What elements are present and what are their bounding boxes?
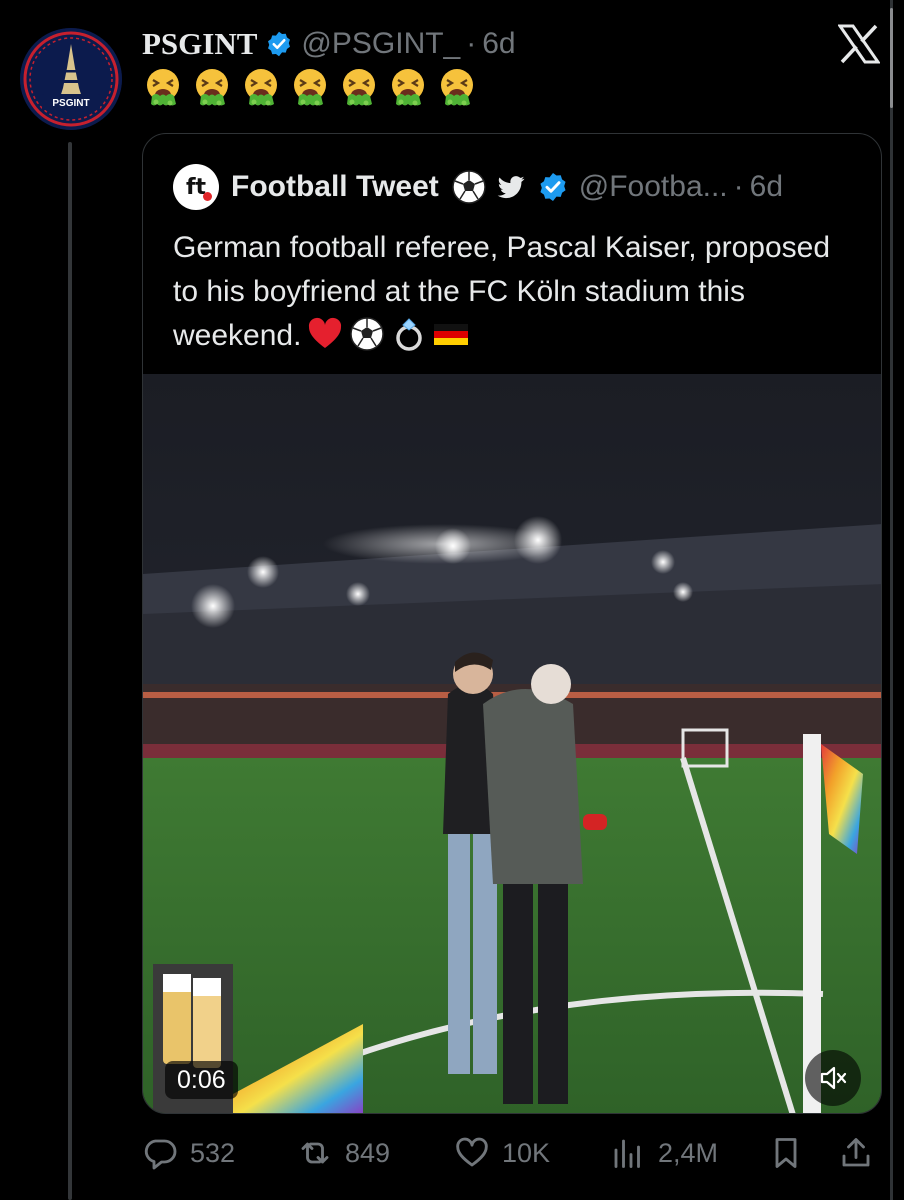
- heart-icon: [456, 1137, 488, 1167]
- ring-icon: [396, 318, 423, 351]
- repost-button[interactable]: 849: [297, 1130, 390, 1176]
- post-age[interactable]: 6d: [482, 27, 515, 61]
- avatar-label: PSGINT: [52, 98, 89, 109]
- nauseated-face-icon: [392, 69, 424, 106]
- thread-line: [68, 142, 72, 1200]
- share-icon: [842, 1138, 870, 1167]
- repost-count: 849: [345, 1137, 391, 1168]
- post-header: PSGINT @PSGINT_ · 6d: [142, 24, 516, 64]
- nauseated-face-icon: [294, 69, 326, 106]
- avatar[interactable]: PSGINT: [20, 28, 122, 130]
- verified-badge-icon: [265, 30, 293, 58]
- quoted-text: German football referee, Pascal Kaiser, …: [173, 226, 863, 358]
- bookmark-icon: [775, 1138, 797, 1168]
- nauseated-face-icon: [441, 69, 473, 106]
- quoted-post-age[interactable]: 6d: [750, 170, 783, 204]
- reply-icon: [144, 1139, 177, 1170]
- video-player[interactable]: 0:06: [143, 374, 881, 1113]
- repost-icon: [301, 1142, 329, 1164]
- like-count: 10K: [502, 1137, 551, 1168]
- nauseated-face-icon: [196, 69, 228, 106]
- action-bar: 532 849 10K 2,4M: [142, 1130, 882, 1176]
- quoted-text-body: German football referee, Pascal Kaiser, …: [173, 231, 831, 352]
- nauseated-face-icon: [245, 69, 277, 106]
- germany-flag-icon: [434, 324, 469, 345]
- reply-count: 532: [190, 1137, 236, 1168]
- bookmark-button[interactable]: [768, 1130, 804, 1176]
- twitter-bird-icon: [497, 176, 525, 199]
- video-duration: 0:06: [165, 1061, 238, 1099]
- scrollbar[interactable]: [890, 0, 893, 1200]
- x-logo-icon: [837, 24, 881, 64]
- quoted-avatar[interactable]: ft: [173, 164, 219, 210]
- author-name[interactable]: PSGINT: [142, 26, 257, 62]
- views-button[interactable]: 2,4M: [610, 1130, 718, 1176]
- post-text: [142, 66, 478, 108]
- separator-dot: ·: [466, 27, 477, 60]
- nauseated-face-icon: [343, 69, 375, 106]
- share-button[interactable]: [838, 1130, 874, 1176]
- red-heart-icon: [309, 317, 342, 348]
- mute-toggle-button[interactable]: [805, 1050, 861, 1106]
- video-frame: [143, 374, 881, 1113]
- separator-dot: ·: [733, 170, 744, 203]
- quoted-header: ft Football Tweet @Footba... · 6d: [173, 164, 783, 210]
- nauseated-face-icon: [147, 69, 179, 106]
- reply-button[interactable]: 532: [142, 1130, 235, 1176]
- soccer-ball-icon: [350, 317, 385, 351]
- verified-badge-icon: [540, 173, 566, 201]
- scrollbar-thumb[interactable]: [890, 8, 893, 108]
- quoted-tweet-card[interactable]: ft Football Tweet @Footba... · 6d German…: [142, 133, 882, 1114]
- like-button[interactable]: 10K: [454, 1130, 550, 1176]
- soccer-ball-icon: [452, 170, 486, 204]
- view-count: 2,4M: [658, 1137, 719, 1168]
- avatar-dot: [203, 192, 212, 201]
- views-icon: [614, 1139, 640, 1168]
- quoted-author-handle[interactable]: @Footba...: [579, 170, 728, 204]
- speaker-muted-icon: [820, 1066, 847, 1090]
- quoted-author-name[interactable]: Football Tweet: [231, 170, 439, 204]
- author-handle[interactable]: @PSGINT_: [301, 27, 460, 61]
